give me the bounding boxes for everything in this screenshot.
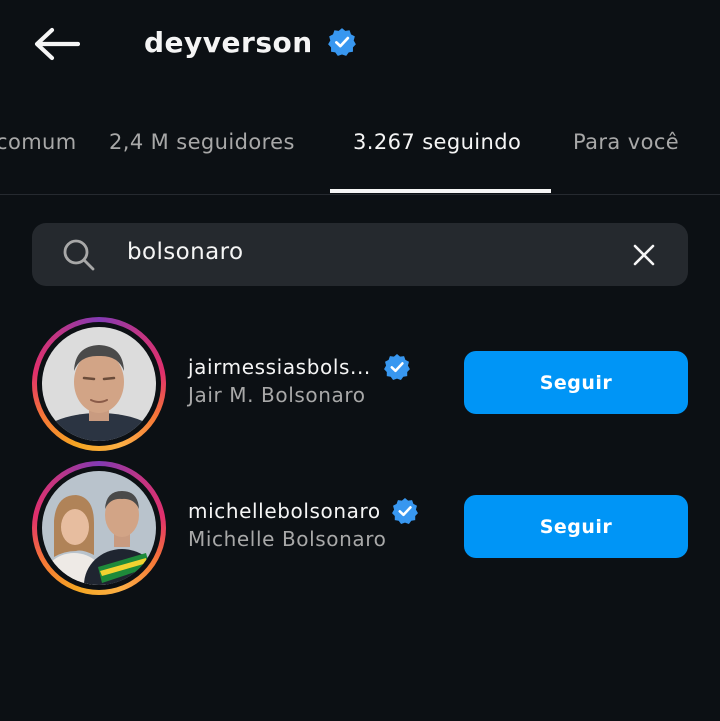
- top-bar: deyverson: [0, 0, 720, 90]
- following-search-screen: deyverson comum 2,4 M seguidores 3.267 s…: [0, 0, 720, 721]
- tab-followers[interactable]: 2,4 M seguidores: [109, 130, 295, 154]
- follow-button[interactable]: Seguir: [464, 351, 688, 414]
- avatar: [42, 471, 156, 585]
- tab-for-you[interactable]: Para você: [573, 130, 679, 154]
- list-item: jairmessiasbols... Jair M. Bolsonaro Seg…: [0, 317, 720, 451]
- avatar: [42, 327, 156, 441]
- follow-tabs: comum 2,4 M seguidores 3.267 seguindo Pa…: [0, 118, 720, 195]
- list-item: michellebolsonaro Michelle Bolsonaro Seg…: [0, 461, 720, 595]
- active-tab-indicator: [330, 189, 551, 193]
- full-name: Jair M. Bolsonaro: [188, 383, 366, 407]
- search-bar: [32, 223, 688, 286]
- verified-badge-icon: [327, 28, 356, 56]
- user-info[interactable]: jairmessiasbols... Jair M. Bolsonaro: [188, 353, 411, 407]
- close-icon[interactable]: [630, 241, 658, 269]
- verified-badge-icon: [383, 354, 410, 380]
- story-ring[interactable]: [32, 317, 166, 451]
- full-name: Michelle Bolsonaro: [188, 527, 387, 551]
- back-button[interactable]: [26, 20, 86, 68]
- tab-following[interactable]: 3.267 seguindo: [353, 130, 521, 154]
- username: jairmessiasbols...: [188, 355, 371, 379]
- follow-button[interactable]: Seguir: [464, 495, 688, 558]
- search-icon: [63, 239, 95, 271]
- story-ring[interactable]: [32, 461, 166, 595]
- arrow-left-icon: [34, 27, 80, 61]
- profile-title: deyverson: [144, 22, 357, 62]
- avatar-image: [42, 327, 156, 441]
- page-title: deyverson: [144, 25, 313, 59]
- tab-mutual[interactable]: comum: [0, 130, 77, 154]
- search-input[interactable]: [127, 239, 607, 265]
- user-info[interactable]: michellebolsonaro Michelle Bolsonaro: [188, 497, 419, 551]
- avatar-image: [42, 471, 156, 585]
- verified-badge-icon: [391, 498, 418, 524]
- username: michellebolsonaro: [188, 499, 381, 523]
